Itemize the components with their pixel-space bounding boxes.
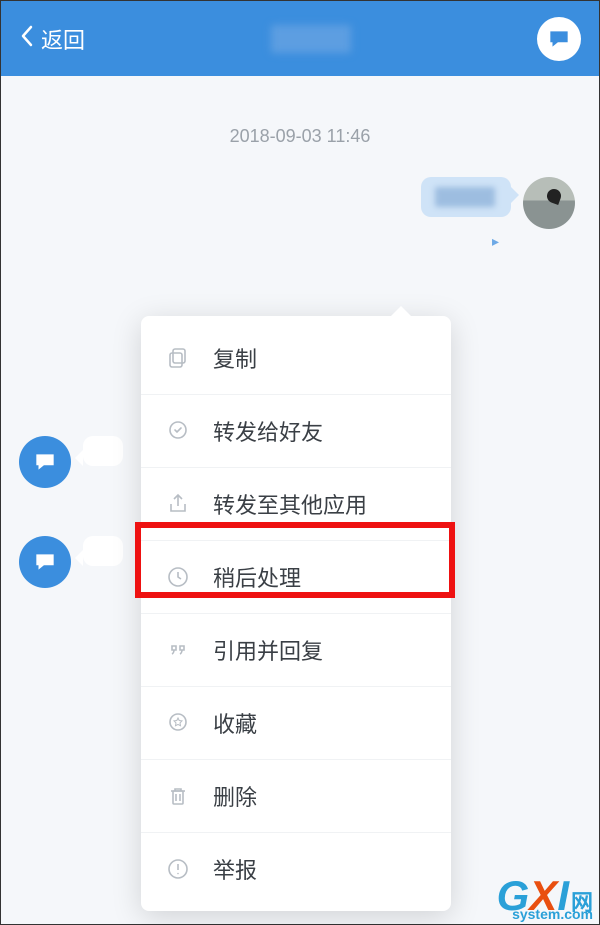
chat-bubble-button[interactable] bbox=[537, 17, 581, 61]
header-title-blurred bbox=[271, 25, 351, 53]
context-menu: 复制 转发给好友 转发至其他应用 稍后处理 引用并回复 bbox=[141, 316, 451, 911]
incoming-message-row bbox=[19, 536, 123, 588]
header-bar: 返回 bbox=[1, 1, 599, 76]
copy-icon bbox=[165, 345, 191, 371]
recipient-avatar[interactable] bbox=[19, 536, 71, 588]
sender-avatar[interactable] bbox=[523, 177, 575, 229]
menu-item-label: 转发至其他应用 bbox=[213, 488, 367, 520]
report-icon bbox=[165, 856, 191, 882]
menu-item-delete[interactable]: 删除 bbox=[141, 760, 451, 833]
play-indicator-icon: ▸ bbox=[1, 233, 599, 250]
chevron-left-icon bbox=[19, 24, 35, 54]
menu-item-favorite[interactable]: 收藏 bbox=[141, 687, 451, 760]
back-label: 返回 bbox=[41, 23, 85, 55]
menu-item-share-app[interactable]: 转发至其他应用 bbox=[141, 468, 451, 541]
share-app-icon bbox=[165, 491, 191, 517]
incoming-message-bubble[interactable] bbox=[83, 536, 123, 566]
back-button[interactable]: 返回 bbox=[19, 23, 85, 55]
menu-item-forward-friend[interactable]: 转发给好友 bbox=[141, 395, 451, 468]
message-text-blurred bbox=[435, 187, 495, 207]
favorite-icon bbox=[165, 710, 191, 736]
outgoing-message-row bbox=[1, 177, 599, 229]
menu-item-label: 举报 bbox=[213, 853, 257, 885]
chat-area: 2018-09-03 11:46 ▸ 复制 bbox=[1, 76, 599, 924]
menu-item-label: 删除 bbox=[213, 780, 257, 812]
menu-item-label: 转发给好友 bbox=[213, 415, 323, 447]
later-icon bbox=[165, 564, 191, 590]
menu-item-label: 复制 bbox=[213, 342, 257, 374]
outgoing-message-bubble[interactable] bbox=[421, 177, 511, 217]
incoming-message-bubble[interactable] bbox=[83, 436, 123, 466]
menu-item-copy[interactable]: 复制 bbox=[141, 322, 451, 395]
menu-item-label: 稍后处理 bbox=[213, 561, 301, 593]
message-timestamp: 2018-09-03 11:46 bbox=[1, 126, 599, 147]
forward-friend-icon bbox=[165, 418, 191, 444]
menu-item-report[interactable]: 举报 bbox=[141, 833, 451, 905]
recipient-avatar[interactable] bbox=[19, 436, 71, 488]
menu-item-later[interactable]: 稍后处理 bbox=[141, 541, 451, 614]
menu-item-label: 收藏 bbox=[213, 707, 257, 739]
menu-item-label: 引用并回复 bbox=[213, 634, 323, 666]
incoming-messages bbox=[19, 436, 123, 636]
quote-reply-icon bbox=[165, 637, 191, 663]
watermark: G X I 网 system.com bbox=[497, 872, 593, 920]
delete-icon bbox=[165, 783, 191, 809]
menu-item-quote-reply[interactable]: 引用并回复 bbox=[141, 614, 451, 687]
watermark-domain: system.com bbox=[512, 906, 593, 922]
incoming-message-row bbox=[19, 436, 123, 488]
